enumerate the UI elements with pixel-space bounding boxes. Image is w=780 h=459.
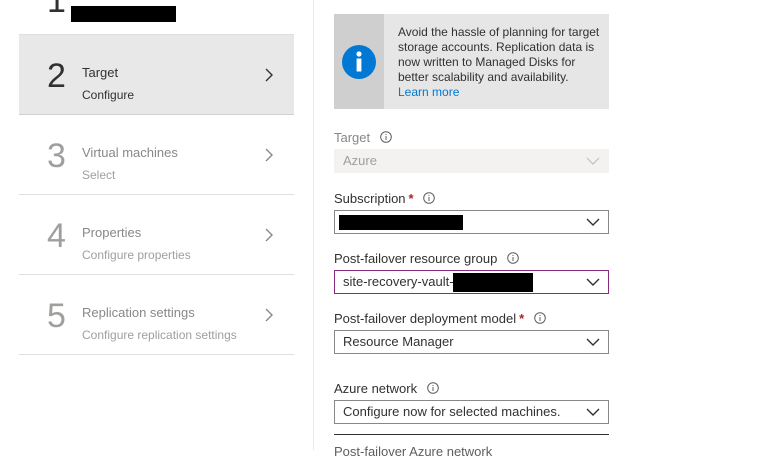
chevron-down-icon [586,278,600,286]
deployment-model-label-text: Post-failover deployment model [334,311,517,326]
azure-network-label-text: Azure network [334,381,418,396]
redacted-text [71,6,176,22]
step-title: Target [82,65,119,80]
redacted-text [339,215,463,230]
info-circle-icon[interactable] [423,192,436,204]
subscription-label: Subscription * [334,191,436,206]
banner-message: Avoid the hassle of planning for target … [398,25,600,84]
chevron-down-icon [586,408,600,416]
step-title: Properties [82,225,142,240]
wizard-steps: 1 2 Target Configure 3 Virtual machines … [19,0,294,355]
step-replication-settings[interactable]: 5 Replication settings Configure replica… [19,275,294,355]
target-value: Azure [343,153,377,168]
banner-text: Avoid the hassle of planning for target … [398,25,603,100]
resource-group-value: site-recovery-vault- [343,274,454,289]
step-subtitle: Configure properties [82,248,191,262]
chevron-right-icon [265,148,273,162]
subscription-select[interactable] [334,210,609,234]
resource-group-select[interactable]: site-recovery-vault- [334,270,609,294]
info-circle-icon[interactable] [379,131,392,143]
chevron-right-icon [265,68,273,82]
step-target[interactable]: 2 Target Configure [19,35,294,115]
target-select: Azure [334,149,609,173]
target-label: Target [334,130,392,145]
next-field-label-text: Post-failover Azure network [334,444,493,459]
azure-network-value: Configure now for selected machines. [343,404,561,419]
required-mark: * [408,191,414,206]
step-number: 1 [47,0,66,20]
chevron-right-icon [265,308,273,322]
target-label-text: Target [334,130,371,145]
deployment-model-label: Post-failover deployment model * [334,311,546,326]
azure-network-select[interactable]: Configure now for selected machines. [334,400,609,424]
step-title: Replication settings [82,305,195,320]
step-properties[interactable]: 4 Properties Configure properties [19,195,294,275]
info-circle-icon[interactable] [533,312,546,324]
step-number: 3 [47,137,66,175]
step-number: 2 [47,57,66,95]
info-circle-icon[interactable] [426,382,439,394]
info-circle-icon[interactable] [507,252,519,264]
chevron-down-icon [586,218,600,226]
chevron-right-icon [265,228,273,242]
step-subtitle: Select [82,168,116,182]
step-number: 4 [47,217,66,255]
step-virtual-machines[interactable]: 3 Virtual machines Select [19,115,294,195]
deployment-model-select[interactable]: Resource Manager [334,330,609,354]
resource-group-label: Post-failover resource group [334,251,519,266]
resource-group-label-text: Post-failover resource group [334,251,498,266]
next-field-label: Post-failover Azure network [334,444,492,459]
step-subtitle: Configure replication settings [82,328,237,342]
step-subtitle: Configure [82,88,135,102]
learn-more-link[interactable]: Learn more [398,85,603,100]
info-icon [342,45,376,79]
azure-network-label: Azure network [334,381,439,396]
required-mark: * [519,311,525,326]
panel-divider [313,0,314,450]
subscription-label-text: Subscription [334,191,406,206]
section-separator [334,434,609,435]
banner-icon-column [334,14,384,109]
step-number: 5 [47,297,66,335]
chevron-down-icon [586,338,600,346]
info-banner: Avoid the hassle of planning for target … [334,14,609,109]
redacted-text [453,273,533,292]
step-1[interactable]: 1 [19,0,294,35]
deployment-model-value: Resource Manager [343,334,454,349]
step-title: Virtual machines [82,145,178,160]
chevron-down-icon [586,157,600,165]
